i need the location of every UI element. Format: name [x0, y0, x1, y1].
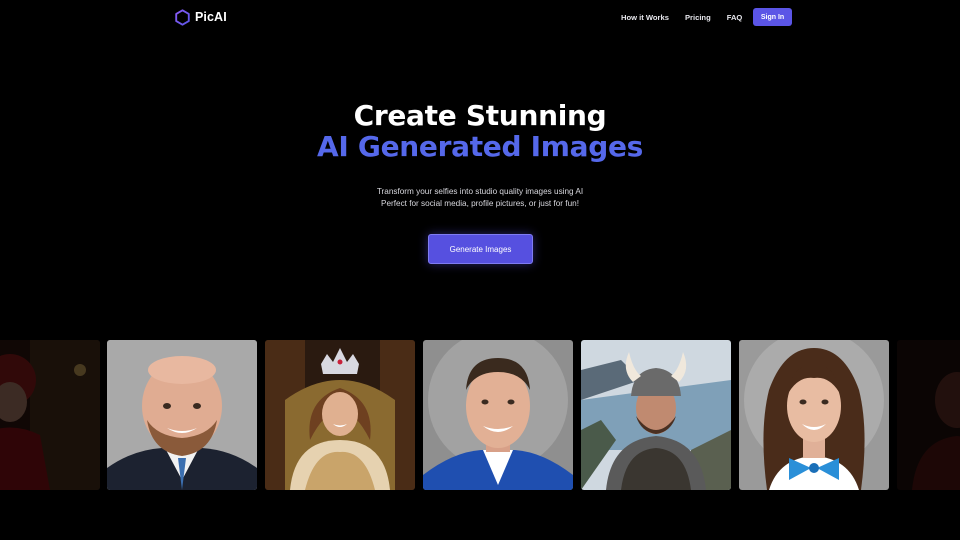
gallery-image-red-costume [0, 340, 100, 490]
gallery-image-viking-helmet [581, 340, 731, 490]
gallery-image-man-suit [107, 340, 257, 490]
gallery-image-dark-red [897, 340, 960, 490]
generate-images-button[interactable]: Generate Images [428, 234, 533, 264]
sign-in-button[interactable]: Sign In [753, 8, 792, 26]
brand-name: PicAI [195, 10, 227, 24]
hero-title: Create Stunning AI Generated Images [0, 100, 960, 162]
hero-title-line2: AI Generated Images [316, 130, 644, 163]
hero-subtitle: Transform your selfies into studio quali… [0, 186, 960, 210]
brand-logo[interactable]: PicAI [174, 8, 227, 26]
gallery-image-queen-crown [265, 340, 415, 490]
nav-link-how-it-works[interactable]: How it Works [621, 13, 669, 22]
top-nav: PicAI How it Works Pricing FAQ Sign In [0, 0, 960, 34]
hero-subtitle-line2: Perfect for social media, profile pictur… [381, 199, 579, 208]
nav-link-pricing[interactable]: Pricing [685, 13, 711, 22]
gallery-image-man-blue-suit [423, 340, 573, 490]
nav-links: How it Works Pricing FAQ [621, 8, 742, 26]
gallery-image-woman-blue-bow [739, 340, 889, 490]
hero-subtitle-line1: Transform your selfies into studio quali… [376, 187, 584, 196]
hero-title-line1: Create Stunning [353, 99, 607, 132]
hexagon-ring-icon [175, 8, 190, 26]
nav-link-faq[interactable]: FAQ [727, 13, 743, 22]
image-gallery [0, 340, 960, 490]
